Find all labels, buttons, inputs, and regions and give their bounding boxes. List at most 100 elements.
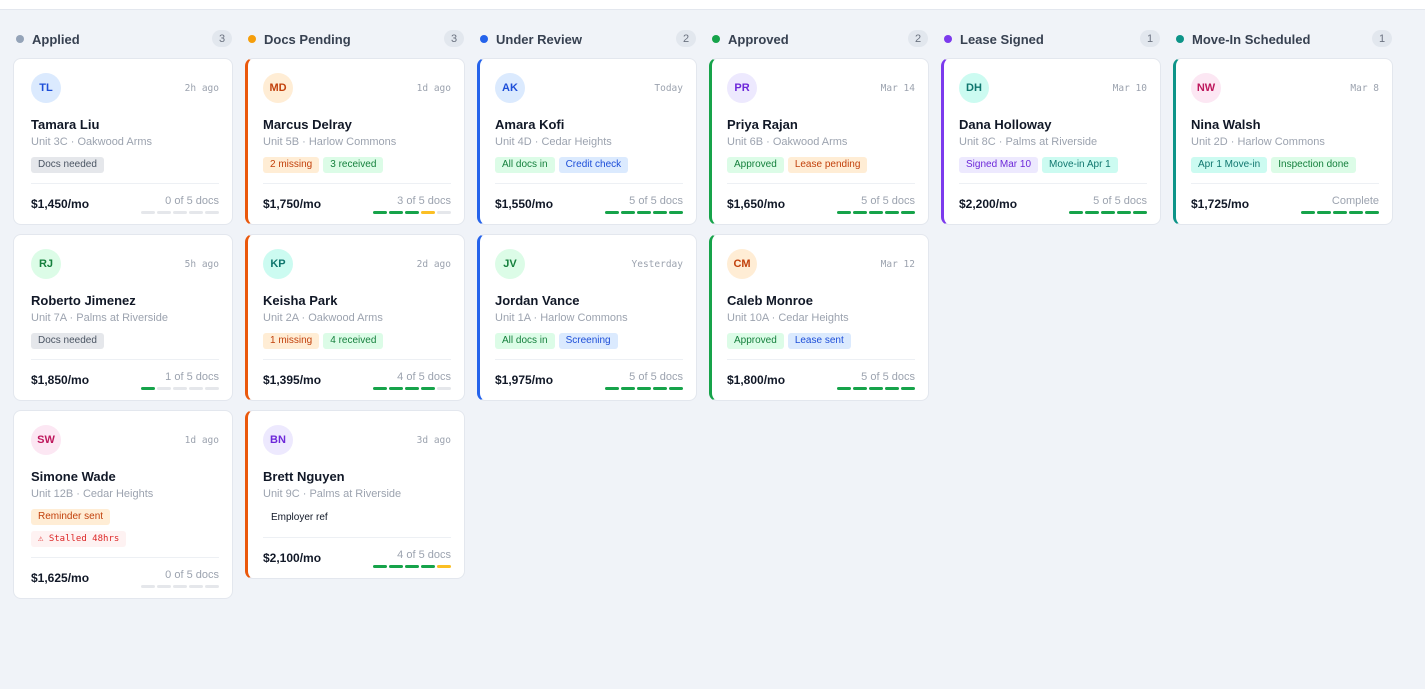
avatar: MD: [263, 73, 293, 103]
progress-segment: [1117, 210, 1131, 214]
applicant-name: Marcus Delray: [263, 117, 352, 132]
column-header: Lease Signed 1: [941, 28, 1161, 50]
card-header: AK Today: [495, 59, 683, 117]
tag-list: 2 missing 3 received: [263, 157, 451, 173]
progress-segment: [853, 210, 867, 214]
progress-segment: [205, 210, 219, 214]
avatar: NW: [1191, 73, 1221, 103]
avatar: DH: [959, 73, 989, 103]
progress-segment: [1349, 210, 1363, 214]
doc-progress-label: 5 of 5 docs: [1093, 194, 1147, 207]
applicant-card[interactable]: NW Mar 8 Nina Walsh Unit 2D · Harlow Common…: [1173, 58, 1393, 225]
timestamp: 2h ago: [184, 82, 219, 94]
card-footer: $1,650/mo 5 of 5 docs: [727, 183, 915, 224]
doc-progress: 0 of 5 docs: [141, 569, 219, 588]
applicant-card[interactable]: BN 3d ago Brett Nguyen Unit 9C · Palms at R…: [245, 410, 465, 579]
progress-segment: [421, 564, 435, 568]
doc-progress-bar: [605, 386, 683, 390]
progress-segment: [1301, 210, 1315, 214]
unit-address: Unit 8C · Palms at Riverside: [959, 136, 1098, 148]
progress-segment: [141, 584, 155, 588]
status-dot-icon: [480, 35, 488, 43]
progress-segment: [189, 386, 203, 390]
applicant-name: Caleb Monroe: [727, 293, 813, 308]
card-footer: $1,850/mo 1 of 5 docs: [31, 359, 219, 400]
column-count-badge: 2: [676, 30, 696, 47]
column-title: Lease Signed: [960, 31, 1044, 47]
avatar: AK: [495, 73, 525, 103]
status-dot-icon: [248, 35, 256, 43]
progress-segment: [373, 386, 387, 390]
doc-progress: 4 of 5 docs: [373, 371, 451, 390]
column-under-review: Under Review 2 AK Today Amara Kofi Unit 4D · …: [477, 28, 697, 410]
column-title: Under Review: [496, 31, 582, 47]
status-tag: 4 received: [323, 333, 384, 349]
column-count-badge: 3: [212, 30, 232, 47]
progress-segment: [853, 386, 867, 390]
applicant-card[interactable]: RJ 5h ago Roberto Jimenez Unit 7A · Palms a…: [13, 234, 233, 401]
card-header: SW 1d ago: [31, 411, 219, 469]
progress-segment: [653, 210, 667, 214]
doc-progress: 3 of 5 docs: [373, 195, 451, 214]
doc-progress-label: 5 of 5 docs: [629, 194, 683, 207]
doc-progress-bar: [373, 564, 451, 568]
column-header: Move-In Scheduled 1: [1173, 28, 1393, 50]
card-header: KP 2d ago: [263, 235, 451, 293]
monthly-rent: $1,800/mo: [727, 373, 786, 387]
applicant-name: Simone Wade: [31, 469, 116, 484]
tag-list: All docs in Credit check: [495, 157, 683, 173]
progress-segment: [173, 386, 187, 390]
progress-segment: [421, 210, 435, 214]
doc-progress-label: 4 of 5 docs: [397, 548, 451, 561]
timestamp: Mar 10: [1112, 82, 1147, 94]
tag-list: Approved Lease pending: [727, 157, 915, 173]
tag-list: Docs needed: [31, 157, 219, 173]
progress-segment: [373, 210, 387, 214]
avatar: PR: [727, 73, 757, 103]
tag-list: Approved Lease sent: [727, 333, 915, 349]
applicant-card[interactable]: DH Mar 10 Dana Holloway Unit 8C · Palms at …: [941, 58, 1161, 225]
card-header: PR Mar 14: [727, 59, 915, 117]
doc-progress-label: 0 of 5 docs: [165, 568, 219, 581]
timestamp: 1d ago: [184, 434, 219, 446]
doc-progress: Complete: [1301, 195, 1379, 214]
applicant-card[interactable]: TL 2h ago Tamara Liu Unit 3C · Oakwood Arms…: [13, 58, 233, 225]
card-header: JV Yesterday: [495, 235, 683, 293]
applicant-card[interactable]: CM Mar 12 Caleb Monroe Unit 10A · Cedar Hei…: [709, 234, 929, 401]
status-tag: 2 missing: [263, 157, 320, 173]
card-footer: $1,450/mo 0 of 5 docs: [31, 183, 219, 224]
status-tag: Docs needed: [31, 333, 104, 349]
unit-address: Unit 6B · Oakwood Arms: [727, 136, 848, 148]
progress-segment: [205, 584, 219, 588]
status-dot-icon: [16, 35, 24, 43]
doc-progress: 5 of 5 docs: [837, 371, 915, 390]
applicant-card[interactable]: MD 1d ago Marcus Delray Unit 5B · Harlow Co…: [245, 58, 465, 225]
doc-progress-label: 0 of 5 docs: [165, 194, 219, 207]
unit-address: Unit 12B · Cedar Heights: [31, 488, 154, 500]
applicant-name: Priya Rajan: [727, 117, 798, 132]
applicant-card[interactable]: JV Yesterday Jordan Vance Unit 1A · Harlow …: [477, 234, 697, 401]
status-tag: Approved: [727, 157, 784, 173]
progress-segment: [389, 210, 403, 214]
progress-segment: [189, 584, 203, 588]
progress-segment: [437, 210, 451, 214]
doc-progress: 5 of 5 docs: [837, 195, 915, 214]
applicant-card[interactable]: AK Today Amara Kofi Unit 4D · Cedar Heights…: [477, 58, 697, 225]
doc-progress: 5 of 5 docs: [605, 195, 683, 214]
progress-segment: [637, 210, 651, 214]
tag-list: Docs needed: [31, 333, 219, 349]
applicant-card[interactable]: SW 1d ago Simone Wade Unit 12B · Cedar Heig…: [13, 410, 233, 599]
applicant-card[interactable]: PR Mar 14 Priya Rajan Unit 6B · Oakwood Arm…: [709, 58, 929, 225]
progress-segment: [901, 210, 915, 214]
status-tag: Signed Mar 10: [959, 157, 1039, 173]
tag-list: Apr 1 Move-in Inspection done: [1191, 157, 1379, 173]
progress-segment: [621, 210, 635, 214]
applicant-card[interactable]: KP 2d ago Keisha Park Unit 2A · Oakwood Arm…: [245, 234, 465, 401]
progress-segment: [157, 584, 171, 588]
doc-progress-bar: [605, 210, 683, 214]
status-dot-icon: [712, 35, 720, 43]
unit-address: Unit 7A · Palms at Riverside: [31, 312, 168, 324]
column-count-badge: 1: [1140, 30, 1160, 47]
card-footer: $1,395/mo 4 of 5 docs: [263, 359, 451, 400]
progress-segment: [1085, 210, 1099, 214]
